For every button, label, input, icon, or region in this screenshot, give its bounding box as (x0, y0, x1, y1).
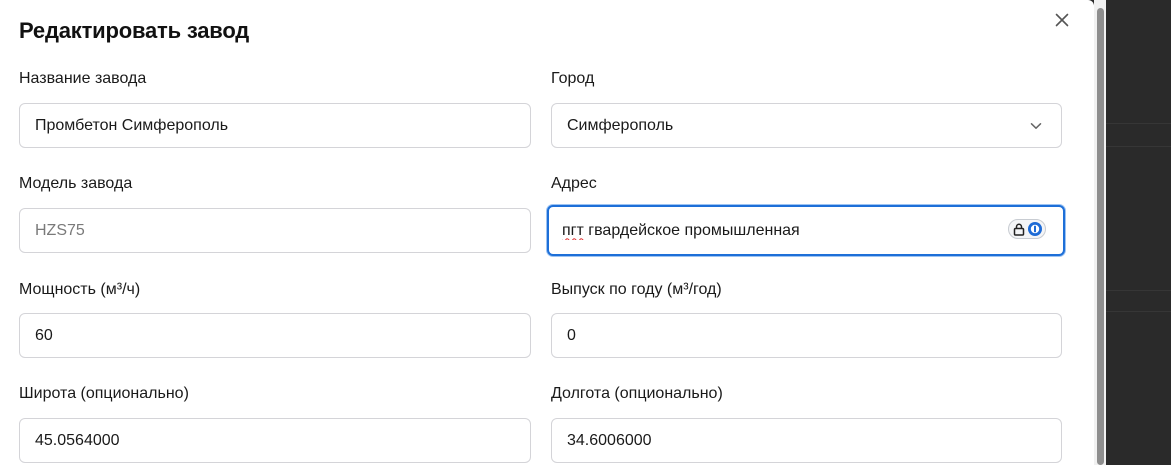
backdrop-divider (1106, 123, 1171, 124)
address-misspelled-word: пгт (562, 221, 584, 239)
plant-model-input[interactable]: HZS75 (19, 208, 531, 253)
backdrop-divider (1106, 146, 1171, 147)
address-value-rest: гвардейское промышленная (583, 221, 800, 239)
address-label: Адрес (551, 175, 597, 192)
latitude-value: 45.0564000 (35, 431, 120, 449)
latitude-input[interactable]: 45.0564000 (19, 418, 531, 463)
plant-name-value: Промбетон Симферополь (35, 116, 229, 134)
edit-plant-dialog: Редактировать завод Название завода Пром… (0, 0, 1094, 465)
capacity-label: Мощность (м³/ч) (19, 281, 141, 298)
address-input[interactable]: пгт гвардейское промышленная (547, 205, 1065, 256)
password-manager-button[interactable] (1008, 219, 1046, 239)
scrollbar-thumb[interactable] (1097, 8, 1104, 465)
plant-model-value: HZS75 (35, 221, 85, 239)
longitude-label: Долгота (опционально) (551, 385, 723, 402)
backdrop-divider (1106, 311, 1171, 312)
plant-model-label: Модель завода (19, 175, 133, 192)
address-value: пгт гвардейское промышленная (562, 222, 1050, 240)
backdrop-divider (1106, 290, 1171, 291)
city-value: Симферополь (567, 116, 674, 134)
longitude-input[interactable]: 34.6006000 (551, 418, 1062, 463)
city-select[interactable]: Симферополь (551, 103, 1062, 148)
chevron-down-icon (1030, 123, 1042, 129)
dialog-title: Редактировать завод (19, 18, 250, 43)
latitude-label: Широта (опционально) (19, 385, 189, 402)
plant-name-label: Название завода (19, 70, 147, 87)
annual-output-value: 0 (567, 326, 576, 344)
close-icon (1055, 13, 1069, 27)
plant-name-input[interactable]: Промбетон Симферополь (19, 103, 531, 148)
password-manager-icon (1028, 222, 1042, 236)
modal-backdrop[interactable] (1106, 0, 1171, 465)
close-button[interactable] (1052, 10, 1072, 30)
scrollbar[interactable] (1094, 0, 1106, 465)
annual-output-input[interactable]: 0 (551, 313, 1062, 358)
city-label: Город (551, 70, 595, 87)
lock-icon (1013, 223, 1025, 236)
longitude-value: 34.6006000 (567, 431, 652, 449)
capacity-input[interactable]: 60 (19, 313, 531, 358)
capacity-value: 60 (35, 326, 53, 344)
annual-output-label: Выпуск по году (м³/год) (551, 281, 722, 298)
